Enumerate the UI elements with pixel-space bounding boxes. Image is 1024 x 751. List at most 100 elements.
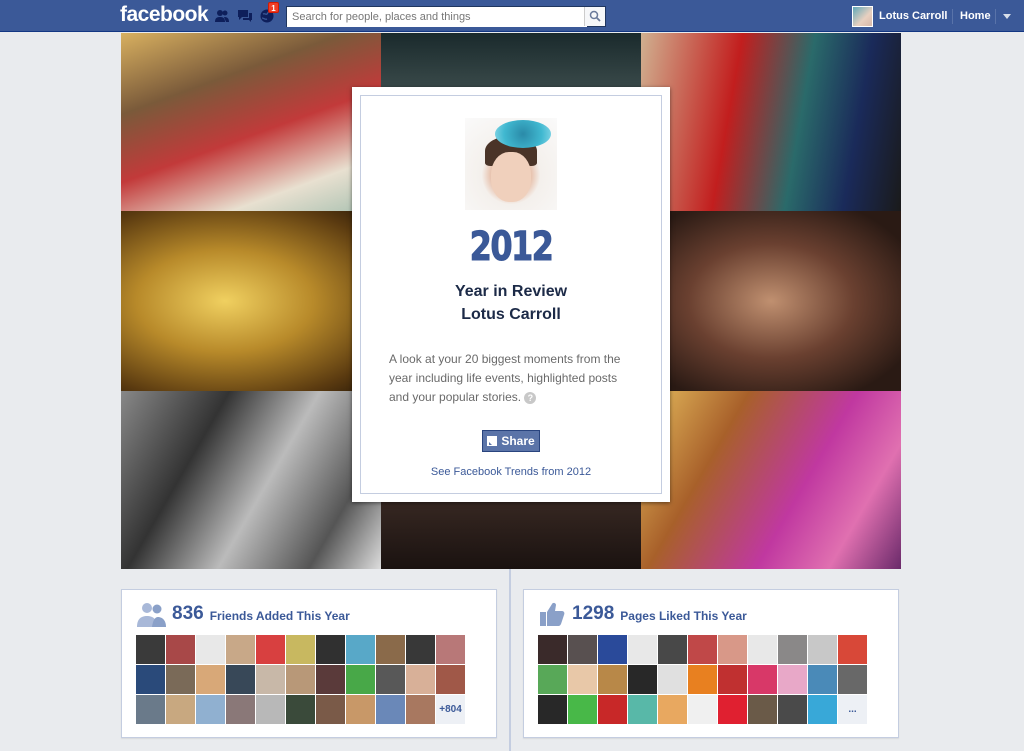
friend-thumbnail[interactable] <box>376 635 405 664</box>
photo-red-dress[interactable] <box>641 33 901 211</box>
page-thumbnail[interactable] <box>808 695 837 724</box>
search-input[interactable] <box>287 7 587 27</box>
friend-thumbnail[interactable] <box>136 665 165 694</box>
friend-thumbnail[interactable] <box>436 635 465 664</box>
friend-thumbnail[interactable] <box>406 665 435 694</box>
page-thumbnail[interactable] <box>838 635 867 664</box>
pages-liked-box: 1298 Pages Liked This Year ... <box>523 589 899 738</box>
page-thumbnail[interactable] <box>778 635 807 664</box>
profile-link[interactable]: Lotus Carroll <box>879 10 947 22</box>
friends-thumbnail-grid: +804 <box>136 635 470 724</box>
page-thumbnail[interactable] <box>748 695 777 724</box>
page-thumbnail[interactable] <box>538 665 567 694</box>
more-pages-link[interactable]: ... <box>838 695 867 724</box>
page-thumbnail[interactable] <box>778 665 807 694</box>
friend-thumbnail[interactable] <box>256 635 285 664</box>
share-button[interactable]: Share <box>482 430 540 452</box>
page-thumbnail[interactable] <box>538 635 567 664</box>
facebook-logo[interactable]: facebook <box>120 3 209 27</box>
account-menu-chevron-down-icon[interactable] <box>1003 14 1011 19</box>
friend-thumbnail[interactable] <box>136 695 165 724</box>
page-thumbnail[interactable] <box>598 665 627 694</box>
friend-thumbnail[interactable] <box>226 665 255 694</box>
friend-thumbnail[interactable] <box>316 665 345 694</box>
page-thumbnail[interactable] <box>538 695 567 724</box>
photo-couple-night[interactable] <box>641 211 901 391</box>
search-button[interactable] <box>584 7 605 26</box>
facebook-trends-link[interactable]: See Facebook Trends from 2012 <box>361 466 661 478</box>
friend-thumbnail[interactable] <box>346 695 375 724</box>
friend-thumbnail[interactable] <box>226 635 255 664</box>
page-thumbnail[interactable] <box>808 665 837 694</box>
home-link[interactable]: Home <box>960 10 991 22</box>
friend-thumbnail[interactable] <box>226 695 255 724</box>
photo-two-women-on-bus[interactable] <box>121 33 381 211</box>
friends-added-header: 836 Friends Added This Year <box>136 600 350 628</box>
friend-thumbnail[interactable] <box>316 635 345 664</box>
notification-badge[interactable]: 1 <box>268 2 279 13</box>
friend-thumbnail[interactable] <box>316 695 345 724</box>
pages-liked-label[interactable]: Pages Liked This Year <box>620 609 747 623</box>
page-thumbnail[interactable] <box>718 665 747 694</box>
photo-women-with-camera[interactable] <box>641 391 901 569</box>
page-thumbnail[interactable] <box>748 635 777 664</box>
share-button-label: Share <box>501 434 535 448</box>
photo-hands-dark[interactable] <box>381 493 641 569</box>
user-avatar[interactable] <box>852 6 873 27</box>
page-thumbnail[interactable] <box>688 695 717 724</box>
help-icon[interactable]: ? <box>524 391 537 404</box>
page-thumbnail[interactable] <box>628 695 657 724</box>
pages-liked-count[interactable]: 1298 <box>572 603 614 625</box>
page-thumbnail[interactable] <box>718 635 747 664</box>
page-thumbnail[interactable] <box>838 665 867 694</box>
friend-thumbnail[interactable] <box>196 665 225 694</box>
page-thumbnail[interactable] <box>568 695 597 724</box>
friend-requests-icon[interactable] <box>214 8 230 24</box>
friend-thumbnail[interactable] <box>166 695 195 724</box>
photo-dark-room[interactable] <box>381 33 641 93</box>
search-icon <box>589 10 601 22</box>
page-thumbnail[interactable] <box>568 665 597 694</box>
more-friends-link[interactable]: +804 <box>436 695 465 724</box>
friend-thumbnail[interactable] <box>136 635 165 664</box>
friend-thumbnail[interactable] <box>406 695 435 724</box>
page-thumbnail[interactable] <box>628 635 657 664</box>
friend-thumbnail[interactable] <box>166 665 195 694</box>
page-thumbnail[interactable] <box>598 635 627 664</box>
nav-divider <box>952 9 953 24</box>
friends-added-label[interactable]: Friends Added This Year <box>210 609 350 623</box>
page-thumbnail[interactable] <box>748 665 777 694</box>
messages-icon[interactable] <box>237 8 253 24</box>
page-thumbnail[interactable] <box>688 635 717 664</box>
page-thumbnail[interactable] <box>778 695 807 724</box>
photo-drinks-table[interactable] <box>121 211 381 391</box>
friend-thumbnail[interactable] <box>406 635 435 664</box>
friend-thumbnail[interactable] <box>256 665 285 694</box>
friend-thumbnail[interactable] <box>196 635 225 664</box>
friend-thumbnail[interactable] <box>436 665 465 694</box>
page-thumbnail[interactable] <box>658 695 687 724</box>
friend-thumbnail[interactable] <box>376 665 405 694</box>
page-thumbnail[interactable] <box>598 695 627 724</box>
friends-added-count[interactable]: 836 <box>172 603 204 625</box>
friend-thumbnail[interactable] <box>256 695 285 724</box>
profile-photo[interactable] <box>465 118 557 210</box>
friend-thumbnail[interactable] <box>166 635 195 664</box>
photo-black-white-camera[interactable] <box>121 391 381 569</box>
friend-thumbnail[interactable] <box>286 695 315 724</box>
friend-thumbnail[interactable] <box>286 635 315 664</box>
friend-thumbnail[interactable] <box>376 695 405 724</box>
page-thumbnail[interactable] <box>658 665 687 694</box>
search-box <box>286 6 606 27</box>
friend-thumbnail[interactable] <box>346 635 375 664</box>
pages-liked-header: 1298 Pages Liked This Year <box>538 600 747 628</box>
page-thumbnail[interactable] <box>628 665 657 694</box>
page-thumbnail[interactable] <box>718 695 747 724</box>
page-thumbnail[interactable] <box>568 635 597 664</box>
friend-thumbnail[interactable] <box>346 665 375 694</box>
page-thumbnail[interactable] <box>658 635 687 664</box>
friend-thumbnail[interactable] <box>196 695 225 724</box>
page-thumbnail[interactable] <box>688 665 717 694</box>
page-thumbnail[interactable] <box>808 635 837 664</box>
friend-thumbnail[interactable] <box>286 665 315 694</box>
